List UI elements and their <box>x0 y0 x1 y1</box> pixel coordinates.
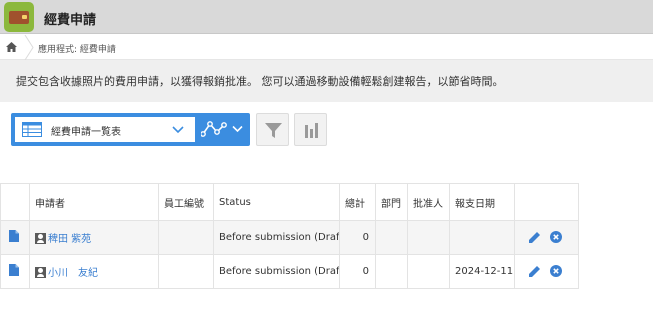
edit-icon[interactable] <box>528 231 541 244</box>
breadcrumb-app-link[interactable]: 應用程式: 經費申請 <box>38 42 116 55</box>
column-header <box>514 183 579 221</box>
delete-icon[interactable] <box>550 230 562 243</box>
department-cell <box>375 220 408 255</box>
department-cell <box>375 254 408 289</box>
breadcrumb-separator-icon <box>24 35 34 60</box>
chevron-down-icon <box>172 126 184 134</box>
table-header-row: 申請者 員工編號 Status 總計 部門 批准人 報支日期 <box>0 183 579 221</box>
total-cell: 0 <box>339 254 376 289</box>
column-header-approver[interactable]: 批准人 <box>407 183 450 221</box>
user-icon <box>35 233 46 244</box>
table-row: 小川 友紀 Before submission (Draft) 0 2024-1… <box>0 254 579 289</box>
wallet-icon[interactable] <box>4 2 34 32</box>
chart-button[interactable] <box>294 113 327 146</box>
column-header-applicant[interactable]: 申請者 <box>29 183 159 221</box>
description-text: 提交包含收據照片的費用申請，以獲得報銷批准。 您可以通過移動設備輕鬆創建報告，以… <box>16 75 504 88</box>
column-header-employee-id[interactable]: 員工編號 <box>158 183 214 221</box>
app-header: 經費申請 <box>0 0 653 34</box>
bar-chart-icon <box>305 123 318 138</box>
document-icon[interactable] <box>9 230 19 242</box>
applicant-cell: 稗田 紫苑 <box>29 220 159 255</box>
status-cell: Before submission (Draft) <box>213 254 340 289</box>
column-header <box>0 183 30 221</box>
breadcrumb: 應用程式: 經費申請 <box>0 35 653 60</box>
column-header-status[interactable]: Status <box>213 183 340 221</box>
record-detail-cell[interactable] <box>0 254 30 289</box>
user-icon <box>35 267 46 278</box>
date-cell <box>449 220 515 255</box>
filter-button[interactable] <box>256 113 289 146</box>
employee-id-cell <box>158 220 214 255</box>
view-name: 經費申請一覧表 <box>51 127 121 138</box>
column-header-date[interactable]: 報支日期 <box>449 183 515 221</box>
filter-icon <box>265 123 282 138</box>
records-table: 申請者 員工編號 Status 總計 部門 批准人 報支日期 稗田 紫苑 Bef… <box>0 183 579 289</box>
home-icon[interactable] <box>6 42 17 52</box>
actions-cell <box>514 254 579 289</box>
edit-icon[interactable] <box>528 265 541 278</box>
actions-cell <box>514 220 579 255</box>
document-icon[interactable] <box>9 264 19 276</box>
approver-cell <box>407 220 450 255</box>
app-description: 提交包含收據照片的費用申請，以獲得報銷批准。 您可以通過移動設備輕鬆創建報告，以… <box>0 60 653 102</box>
record-detail-cell[interactable] <box>0 220 30 255</box>
column-header-department[interactable]: 部門 <box>375 183 408 221</box>
applicant-link[interactable]: 小川 友紀 <box>48 268 98 279</box>
applicant-cell: 小川 友紀 <box>29 254 159 289</box>
status-cell: Before submission (Draft) <box>213 220 340 255</box>
employee-id-cell <box>158 254 214 289</box>
view-selector: 經費申請一覧表 <box>11 113 250 146</box>
list-view-icon <box>22 122 42 137</box>
total-cell: 0 <box>339 220 376 255</box>
column-header-total[interactable]: 總計 <box>339 183 376 221</box>
table-row: 稗田 紫苑 Before submission (Draft) 0 <box>0 220 579 255</box>
graph-icon[interactable] <box>201 120 227 138</box>
approver-cell <box>407 254 450 289</box>
delete-icon[interactable] <box>550 264 562 277</box>
date-cell: 2024-12-11 <box>449 254 515 289</box>
applicant-link[interactable]: 稗田 紫苑 <box>48 234 91 245</box>
app-title: 經費申請 <box>44 13 97 28</box>
graph-chevron-down-icon[interactable] <box>232 125 243 133</box>
view-dropdown[interactable]: 經費申請一覧表 <box>15 117 195 142</box>
